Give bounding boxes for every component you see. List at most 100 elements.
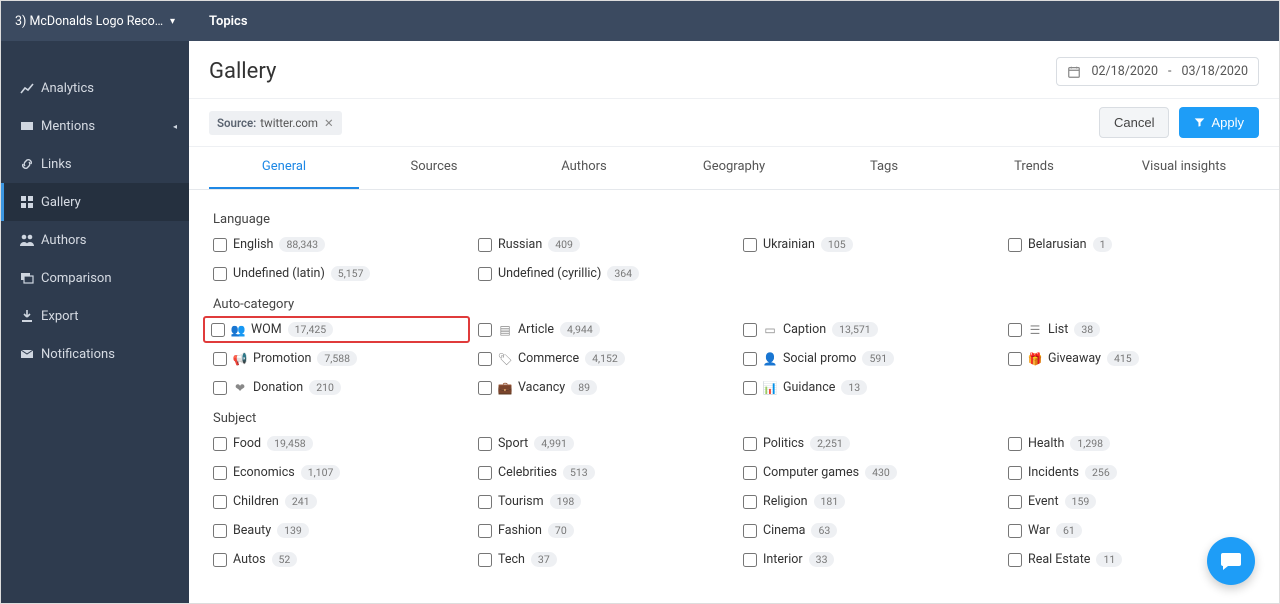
checkbox[interactable] <box>213 495 227 509</box>
opt-computer-games[interactable]: Computer games430 <box>739 463 994 482</box>
opt-commerce[interactable]: 🏷Commerce4,152 <box>474 349 729 368</box>
checkbox[interactable] <box>743 466 757 480</box>
wom-icon: 👥 <box>231 323 245 337</box>
checkbox[interactable] <box>478 553 492 567</box>
nav-item-export[interactable]: Export <box>1 297 189 335</box>
checkbox[interactable] <box>743 553 757 567</box>
opt-english[interactable]: English88,343 <box>209 235 464 254</box>
nav-item-authors[interactable]: Authors <box>1 221 189 259</box>
opt-social-promo[interactable]: 👤Social promo591 <box>739 349 994 368</box>
checkbox[interactable] <box>213 381 227 395</box>
nav-label: Authors <box>41 233 87 248</box>
checkbox[interactable] <box>213 437 227 451</box>
tab-tags[interactable]: Tags <box>809 147 959 189</box>
checkbox[interactable] <box>1008 352 1022 366</box>
opt-promotion[interactable]: 📢Promotion7,588 <box>209 349 464 368</box>
checkbox[interactable] <box>478 267 492 281</box>
checkbox[interactable] <box>478 381 492 395</box>
opt-undefined-latin[interactable]: Undefined (latin)5,157 <box>209 264 464 283</box>
opt-russian[interactable]: Russian409 <box>474 235 729 254</box>
opt-sport[interactable]: Sport4,991 <box>474 434 729 453</box>
opt-article[interactable]: ▤Article4,944 <box>474 320 729 339</box>
checkbox[interactable] <box>743 495 757 509</box>
tab-general[interactable]: General <box>209 147 359 189</box>
checkbox[interactable] <box>478 238 492 252</box>
opt-autos[interactable]: Autos52 <box>209 550 464 569</box>
opt-religion[interactable]: Religion181 <box>739 492 994 511</box>
opt-interior[interactable]: Interior33 <box>739 550 994 569</box>
opt-guidance[interactable]: 📊Guidance13 <box>739 378 994 397</box>
opt-beauty[interactable]: Beauty139 <box>209 521 464 540</box>
caret-left-icon: ◂ <box>173 122 177 131</box>
opt-incidents[interactable]: Incidents256 <box>1004 463 1259 482</box>
opt-undefined-cyrillic[interactable]: Undefined (cyrillic)364 <box>474 264 729 283</box>
nav-item-links[interactable]: Links <box>1 145 189 183</box>
opt-donation[interactable]: ❤Donation210 <box>209 378 464 397</box>
opt-cinema[interactable]: Cinema63 <box>739 521 994 540</box>
checkbox[interactable] <box>211 323 225 337</box>
opt-tourism[interactable]: Tourism198 <box>474 492 729 511</box>
checkbox[interactable] <box>213 553 227 567</box>
checkbox[interactable] <box>478 524 492 538</box>
tab-visual-insights[interactable]: Visual insights <box>1109 147 1259 189</box>
checkbox[interactable] <box>743 381 757 395</box>
filter-chip-source[interactable]: Source: twitter.com ✕ <box>209 111 342 135</box>
opt-belarusian[interactable]: Belarusian1 <box>1004 235 1259 254</box>
nav-item-analytics[interactable]: Analytics <box>1 69 189 107</box>
opt-ukrainian[interactable]: Ukrainian105 <box>739 235 994 254</box>
cancel-button[interactable]: Cancel <box>1099 107 1169 138</box>
checkbox[interactable] <box>478 323 492 337</box>
checkbox[interactable] <box>478 352 492 366</box>
checkbox[interactable] <box>213 466 227 480</box>
checkbox[interactable] <box>743 437 757 451</box>
opt-celebrities[interactable]: Celebrities513 <box>474 463 729 482</box>
tab-geography[interactable]: Geography <box>659 147 809 189</box>
checkbox[interactable] <box>1008 238 1022 252</box>
checkbox[interactable] <box>1008 495 1022 509</box>
apply-button[interactable]: Apply <box>1179 107 1259 138</box>
opt-fashion[interactable]: Fashion70 <box>474 521 729 540</box>
opt-children[interactable]: Children241 <box>209 492 464 511</box>
opt-vacancy[interactable]: 💼Vacancy89 <box>474 378 729 397</box>
checkbox[interactable] <box>478 437 492 451</box>
checkbox[interactable] <box>213 524 227 538</box>
checkbox[interactable] <box>743 238 757 252</box>
checkbox[interactable] <box>1008 323 1022 337</box>
opt-health[interactable]: Health1,298 <box>1004 434 1259 453</box>
close-icon[interactable]: ✕ <box>322 116 334 130</box>
opt-list[interactable]: ☰List38 <box>1004 320 1259 339</box>
nav-item-notifications[interactable]: Notifications <box>1 335 189 373</box>
checkbox[interactable] <box>1008 524 1022 538</box>
opt-event[interactable]: Event159 <box>1004 492 1259 511</box>
nav-label: Gallery <box>41 195 81 210</box>
opt-war[interactable]: War61 <box>1004 521 1259 540</box>
nav-item-comparison[interactable]: Comparison <box>1 259 189 297</box>
tab-trends[interactable]: Trends <box>959 147 1109 189</box>
checkbox[interactable] <box>743 323 757 337</box>
checkbox[interactable] <box>213 352 227 366</box>
date-to: 03/18/2020 <box>1181 64 1248 79</box>
tab-sources[interactable]: Sources <box>359 147 509 189</box>
opt-caption[interactable]: ▭Caption13,571 <box>739 320 994 339</box>
opt-politics[interactable]: Politics2,251 <box>739 434 994 453</box>
checkbox[interactable] <box>743 524 757 538</box>
project-selector[interactable]: 3) McDonalds Logo Reco… ▾ <box>1 1 189 41</box>
checkbox[interactable] <box>1008 437 1022 451</box>
chat-button[interactable] <box>1207 537 1255 585</box>
opt-food[interactable]: Food19,458 <box>209 434 464 453</box>
date-range-picker[interactable]: 02/18/2020 - 03/18/2020 <box>1056 57 1259 86</box>
opt-giveaway[interactable]: 🎁Giveaway415 <box>1004 349 1259 368</box>
checkbox[interactable] <box>478 495 492 509</box>
checkbox[interactable] <box>1008 553 1022 567</box>
nav-item-mentions[interactable]: Mentions ◂ <box>1 107 189 145</box>
checkbox[interactable] <box>213 267 227 281</box>
checkbox[interactable] <box>213 238 227 252</box>
opt-wom[interactable]: 👥WOM17,425 <box>203 316 470 343</box>
checkbox[interactable] <box>478 466 492 480</box>
tab-authors[interactable]: Authors <box>509 147 659 189</box>
checkbox[interactable] <box>1008 466 1022 480</box>
nav-item-gallery[interactable]: Gallery <box>1 183 189 221</box>
opt-tech[interactable]: Tech37 <box>474 550 729 569</box>
opt-economics[interactable]: Economics1,107 <box>209 463 464 482</box>
checkbox[interactable] <box>743 352 757 366</box>
